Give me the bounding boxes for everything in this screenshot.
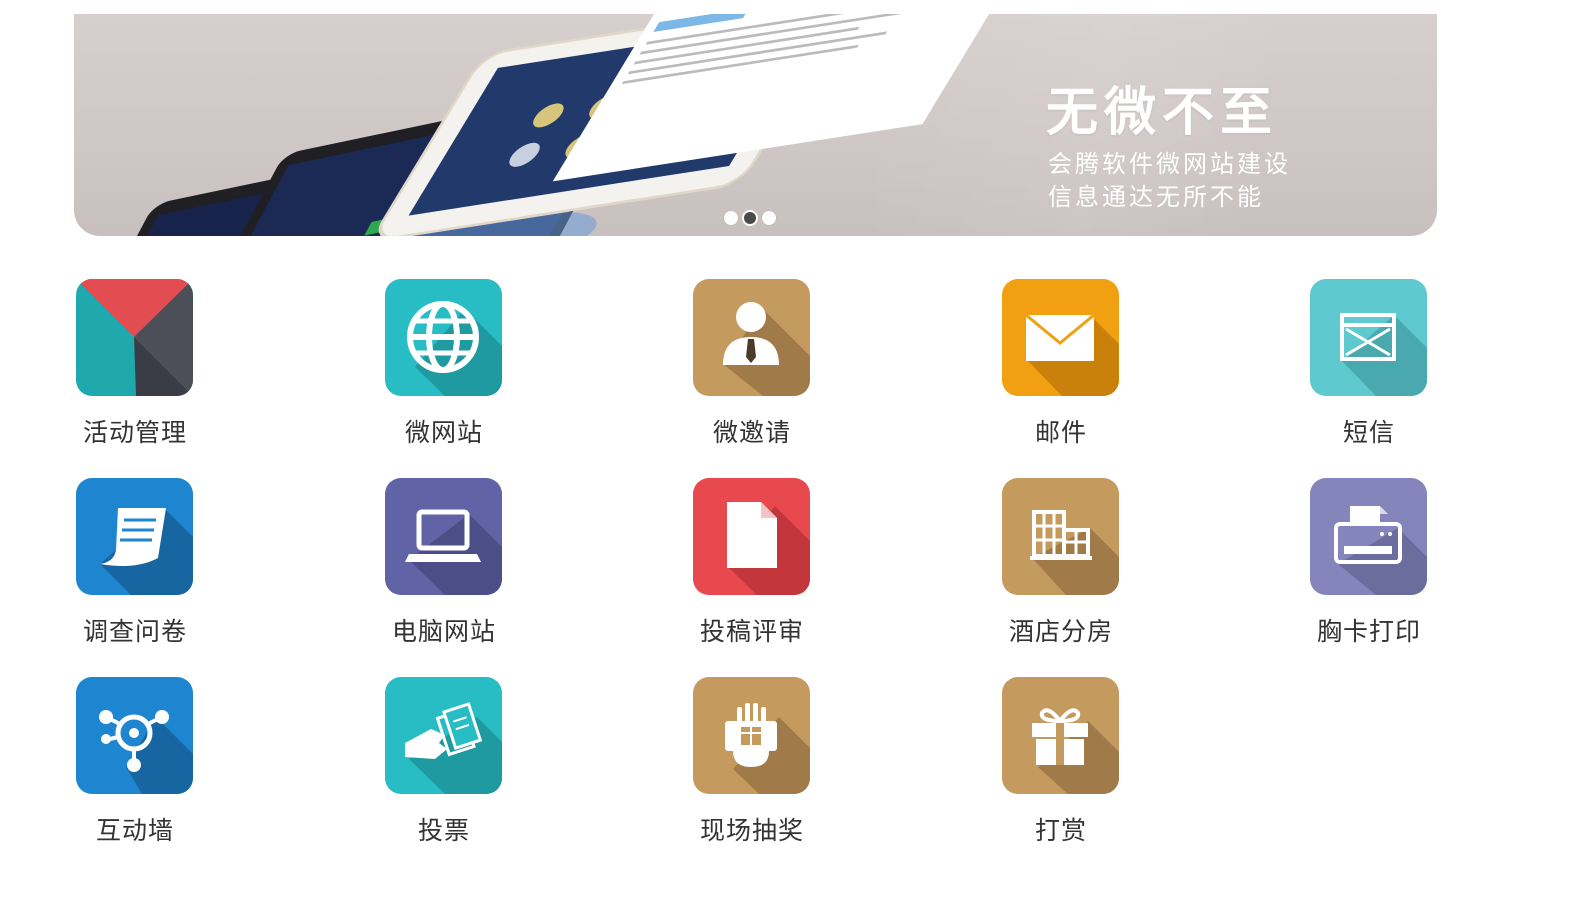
module-label: 现场抽奖 <box>699 816 804 845</box>
module-reward[interactable]: 打赏 <box>961 677 1161 857</box>
module-pc-website[interactable]: 电脑网站 <box>344 478 544 658</box>
module-badge-printing[interactable]: 胸卡打印 <box>1269 478 1469 658</box>
hotel-icon <box>1002 478 1119 595</box>
module-email[interactable]: 邮件 <box>961 279 1161 459</box>
banner-subtitle-line1: 会腾软件微网站建设 <box>1048 150 1291 178</box>
vote-icon <box>385 677 502 794</box>
printer-icon <box>1310 478 1427 595</box>
carousel-dot-1[interactable] <box>724 211 738 225</box>
module-label: 打赏 <box>1034 816 1087 845</box>
carousel-dot-2[interactable] <box>744 212 756 224</box>
banner-subtitle-line2: 信息通达无所不能 <box>1048 183 1264 211</box>
gift-icon <box>1002 677 1119 794</box>
module-label: 电脑网站 <box>391 617 496 646</box>
document-icon <box>693 478 810 595</box>
survey-icon <box>76 478 193 595</box>
module-micro-invitation[interactable]: 微邀请 <box>652 279 852 459</box>
laptop-icon <box>385 478 502 595</box>
module-activity-management[interactable]: 活动管理 <box>35 279 235 459</box>
module-sms[interactable]: 短信 <box>1269 279 1469 459</box>
module-label: 胸卡打印 <box>1316 617 1421 646</box>
module-micro-website[interactable]: 微网站 <box>344 279 544 459</box>
envelope-icon <box>1002 279 1119 396</box>
lottery-icon <box>693 677 810 794</box>
module-label: 微网站 <box>404 418 483 447</box>
carousel-dot-3[interactable] <box>762 211 776 225</box>
page: 无微不至 会腾软件微网站建设 信息通达无所不能 活动管理 微网站 微邀请 邮件 … <box>0 0 1594 904</box>
globe-icon <box>385 279 502 396</box>
banner-carousel[interactable]: 无微不至 会腾软件微网站建设 信息通达无所不能 <box>74 14 1437 236</box>
module-label: 互动墙 <box>95 816 174 845</box>
message-icon <box>1310 279 1427 396</box>
module-interactive-wall[interactable]: 互动墙 <box>35 677 235 857</box>
module-label: 调查问卷 <box>82 617 187 646</box>
module-label: 微邀请 <box>712 418 791 447</box>
activity-management-icon <box>76 279 193 396</box>
module-label: 活动管理 <box>82 418 187 447</box>
module-label: 短信 <box>1342 418 1395 447</box>
module-submission-review[interactable]: 投稿评审 <box>652 478 852 658</box>
carousel-dots <box>724 211 776 225</box>
network-icon <box>76 677 193 794</box>
module-lottery[interactable]: 现场抽奖 <box>652 677 852 857</box>
module-label: 投稿评审 <box>699 617 804 646</box>
module-survey[interactable]: 调查问卷 <box>35 478 235 658</box>
module-hotel-rooms[interactable]: 酒店分房 <box>961 478 1161 658</box>
person-icon <box>693 279 810 396</box>
module-label: 邮件 <box>1034 418 1087 447</box>
banner-title: 无微不至 <box>1046 83 1279 143</box>
module-label: 酒店分房 <box>1008 617 1113 646</box>
module-vote[interactable]: 投票 <box>344 677 544 857</box>
module-label: 投票 <box>417 816 470 845</box>
